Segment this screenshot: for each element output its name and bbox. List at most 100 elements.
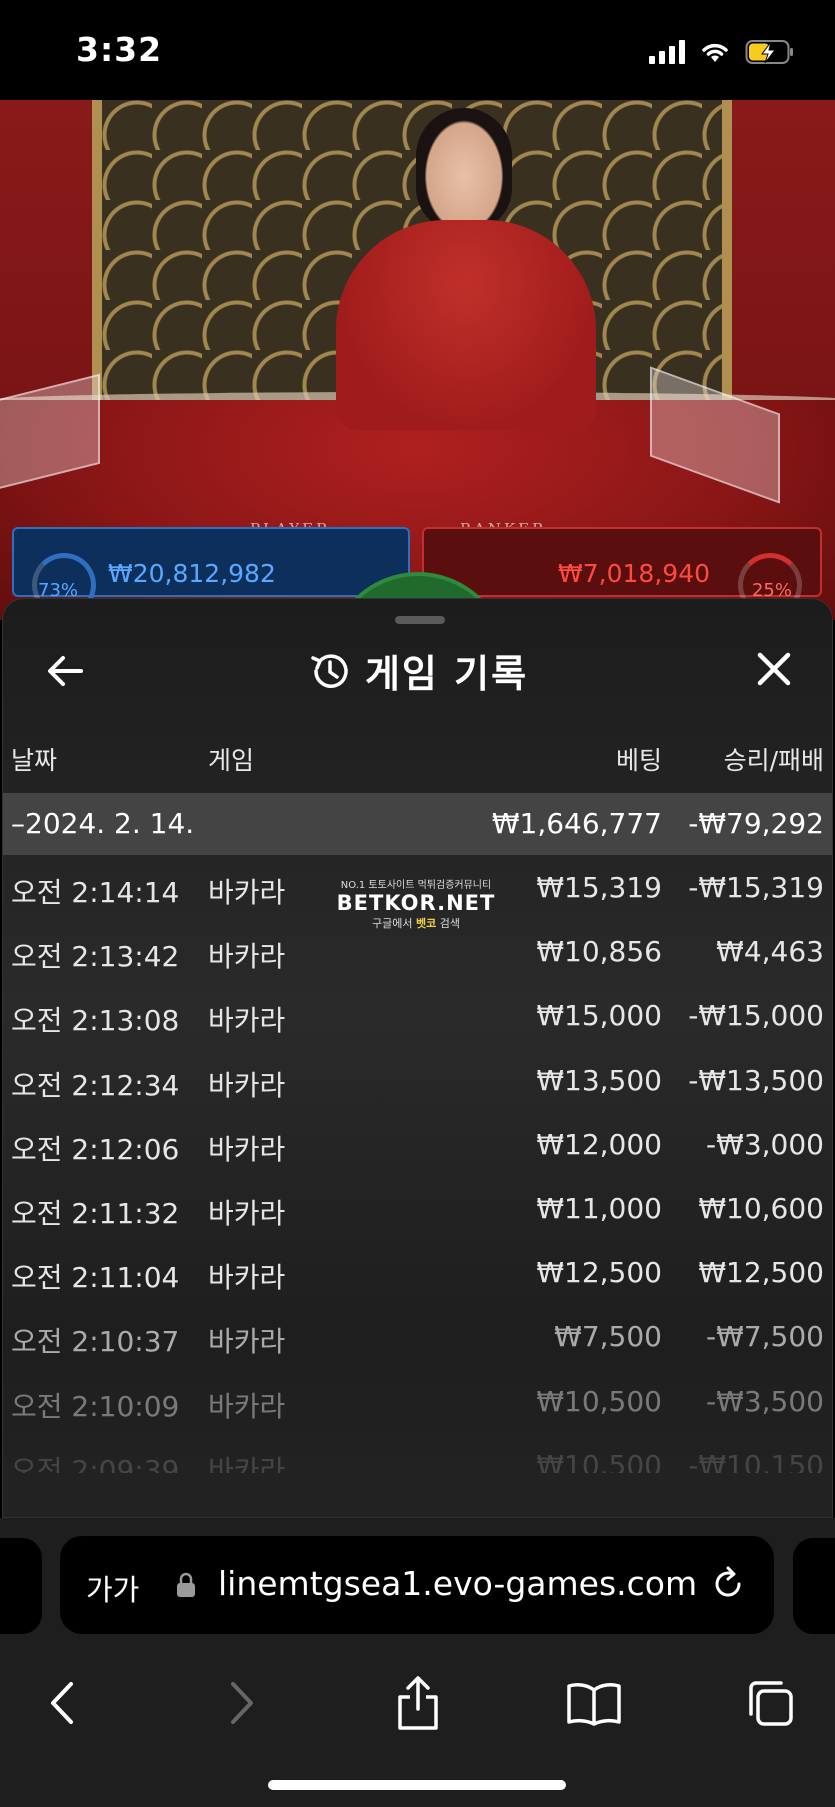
- row-game: 바카라: [208, 1132, 286, 1166]
- row-game: 바카라: [208, 876, 286, 909]
- history-icon: [311, 653, 348, 688]
- battery-charging-icon: [745, 40, 793, 64]
- row-result: -₩7,500: [706, 1320, 824, 1354]
- history-row[interactable]: 오전 2:12:06 바카라 ₩12,000 -₩3,000: [3, 1112, 832, 1176]
- group-date: –2024. 2. 14.: [11, 807, 195, 840]
- player-bet-panel[interactable]: 73% ₩20,812,982: [12, 527, 410, 617]
- row-bet: ₩10,856: [536, 935, 662, 969]
- share-icon: [398, 1676, 438, 1730]
- watermark-brand: BETKOR.NET: [336, 891, 496, 915]
- tabs-button[interactable]: [740, 1678, 800, 1728]
- status-icons: [649, 36, 795, 68]
- row-result: -₩3,500: [706, 1384, 824, 1418]
- sheet-grabber[interactable]: [395, 616, 445, 624]
- forward-icon: [231, 1682, 253, 1724]
- group-result-total: -₩79,292: [688, 807, 824, 840]
- browser-chrome: 가가 linemtgsea1.evo-games.com: [0, 1518, 835, 1807]
- row-time: 오전 2:10:09: [11, 1389, 180, 1423]
- row-bet: ₩10,500: [536, 1384, 662, 1418]
- row-time: 오전 2:12:06: [11, 1132, 180, 1166]
- url-text[interactable]: linemtgsea1.evo-games.com: [218, 1564, 697, 1603]
- player-total: ₩20,812,982: [108, 559, 276, 588]
- row-time: 오전 2:11:32: [11, 1196, 180, 1230]
- previous-tab-preview[interactable]: [0, 1538, 42, 1634]
- wifi-icon: [702, 43, 728, 62]
- close-icon: [757, 652, 791, 686]
- history-list: 오전 2:14:14 바카라 ₩15,319 -₩15,319 오전 2:13:…: [3, 855, 832, 1473]
- dealer: [316, 102, 616, 430]
- row-result: ₩10,600: [698, 1191, 824, 1225]
- history-row[interactable]: 오전 2:09:39 바카라 ₩10,500 -₩10,150: [3, 1433, 832, 1473]
- bookmarks-button[interactable]: [564, 1678, 624, 1728]
- close-button[interactable]: [752, 647, 796, 691]
- browser-toolbar: [0, 1658, 835, 1744]
- status-bar: 3:32: [0, 0, 835, 100]
- row-time: 오전 2:09:39: [11, 1453, 180, 1473]
- row-bet: ₩15,319: [536, 871, 662, 904]
- row-bet: ₩10,500: [536, 1448, 662, 1473]
- status-time: 3:32: [76, 30, 163, 69]
- column-header-bet: 베팅: [615, 746, 662, 775]
- row-game: 바카라: [208, 1261, 286, 1295]
- reload-icon[interactable]: [708, 1564, 748, 1604]
- row-result: -₩10,150: [688, 1448, 824, 1473]
- watermark-tagline: NO.1 토토사이트 먹튀검증커뮤니티: [340, 880, 492, 891]
- row-time: 오전 2:13:08: [11, 1004, 180, 1038]
- history-row[interactable]: 오전 2:12:34 바카라 ₩13,500 -₩13,500: [3, 1048, 832, 1112]
- row-bet: ₩13,500: [536, 1063, 662, 1097]
- row-bet: ₩15,000: [536, 999, 662, 1033]
- row-result: -₩15,319: [688, 871, 824, 904]
- address-bar[interactable]: 가가 linemtgsea1.evo-games.com: [60, 1536, 774, 1634]
- row-time: 오전 2:12:34: [11, 1068, 180, 1102]
- back-nav-button[interactable]: [32, 1678, 92, 1728]
- text-size-button[interactable]: 가가: [86, 1567, 139, 1609]
- row-result: -₩13,500: [688, 1063, 824, 1097]
- row-time: 오전 2:11:04: [11, 1261, 180, 1295]
- watermark: NO.1 토토사이트 먹튀검증커뮤니티 BETKOR.NET 구글에서 벳코 검…: [328, 876, 504, 931]
- column-header-game: 게임: [208, 746, 255, 775]
- row-result: -₩3,000: [706, 1127, 824, 1161]
- row-result: ₩4,463: [716, 935, 824, 969]
- sheet-header: 게임 기록: [3, 639, 832, 699]
- column-header-date: 날짜: [11, 746, 58, 775]
- row-game: 바카라: [208, 1389, 286, 1423]
- home-indicator[interactable]: [268, 1780, 566, 1790]
- forward-nav-button[interactable]: [212, 1678, 272, 1728]
- row-game: 바카라: [208, 1004, 286, 1038]
- row-game: 바카라: [208, 1453, 286, 1473]
- row-game: 바카라: [208, 1068, 286, 1102]
- row-game: 바카라: [208, 940, 286, 974]
- share-button[interactable]: [388, 1676, 448, 1730]
- history-row[interactable]: 오전 2:10:37 바카라 ₩7,500 -₩7,500: [3, 1304, 832, 1368]
- row-bet: ₩11,000: [536, 1191, 662, 1225]
- row-result: ₩12,500: [698, 1256, 824, 1290]
- tabs-icon: [749, 1681, 793, 1726]
- group-bet-total: ₩1,646,777: [491, 807, 662, 840]
- sheet-title-wrap: 게임 기록: [3, 643, 832, 698]
- history-row[interactable]: 오전 2:10:09 바카라 ₩10,500 -₩3,500: [3, 1369, 832, 1433]
- column-header-result: 승리/패배: [723, 746, 824, 775]
- row-bet: ₩7,500: [554, 1320, 662, 1354]
- history-row[interactable]: 오전 2:13:08 바카라 ₩15,000 -₩15,000: [3, 983, 832, 1047]
- history-row[interactable]: 오전 2:11:32 바카라 ₩11,000 ₩10,600: [3, 1176, 832, 1240]
- sheet-title: 게임 기록: [364, 652, 529, 696]
- row-time: 오전 2:10:37: [11, 1325, 180, 1359]
- date-group-row[interactable]: –2024. 2. 14. ₩1,646,777 -₩79,292: [3, 793, 832, 855]
- row-time: 오전 2:14:14: [11, 876, 180, 909]
- banker-bet-panel[interactable]: 25% ₩7,018,940: [422, 527, 822, 617]
- history-row[interactable]: 오전 2:11:04 바카라 ₩12,500 ₩12,500: [3, 1240, 832, 1304]
- watermark-search-hint: 구글에서 벳코 검색: [372, 917, 460, 930]
- back-icon: [51, 1682, 73, 1724]
- bookmarks-icon: [567, 1683, 621, 1726]
- row-game: 바카라: [208, 1196, 286, 1230]
- lock-icon: [177, 1572, 195, 1597]
- next-tab-preview[interactable]: [793, 1538, 835, 1634]
- row-time: 오전 2:13:42: [11, 940, 180, 974]
- row-bet: ₩12,000: [536, 1127, 662, 1161]
- banker-total: ₩7,018,940: [558, 559, 710, 588]
- row-game: 바카라: [208, 1325, 286, 1359]
- row-result: -₩15,000: [688, 999, 824, 1033]
- signal-icon: [649, 40, 685, 64]
- game-history-sheet: 게임 기록 날짜 게임 베팅 승리/패배 –2024. 2. 14. ₩1,64…: [2, 598, 833, 1518]
- row-bet: ₩12,500: [536, 1256, 662, 1290]
